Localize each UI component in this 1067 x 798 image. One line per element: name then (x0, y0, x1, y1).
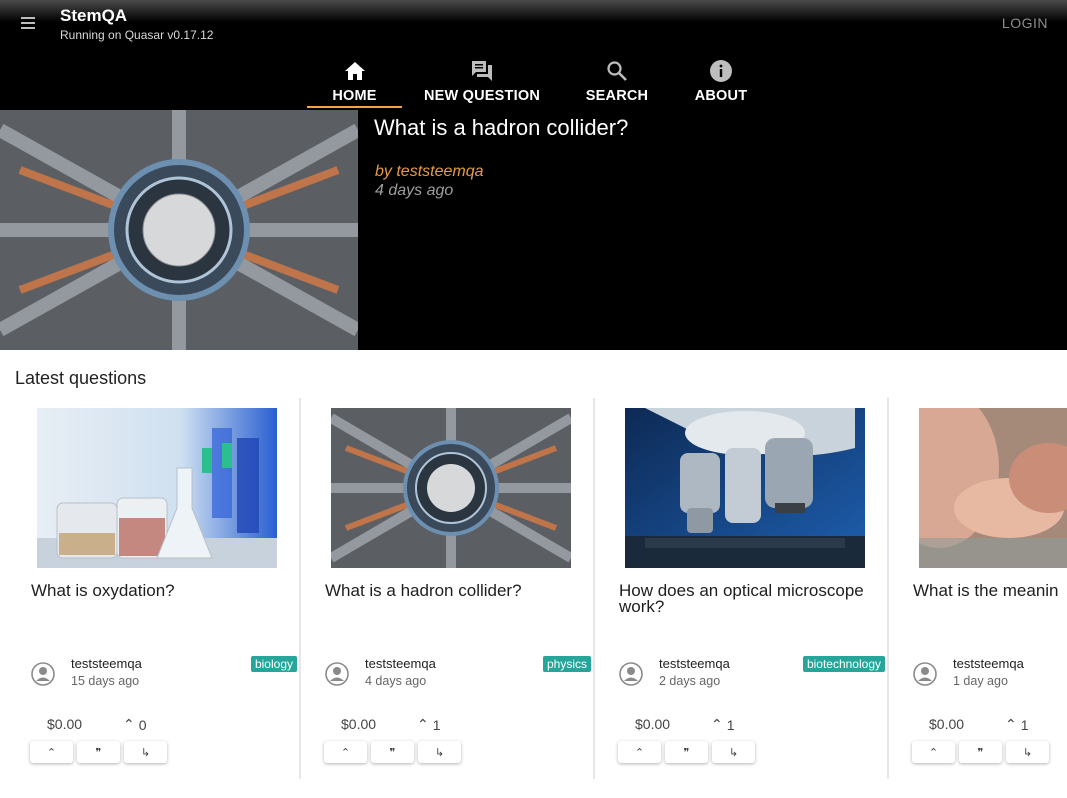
question-title[interactable]: What is oxydation? (31, 582, 281, 599)
question-time: 4 days ago (365, 674, 427, 688)
question-votes: ⌃ 1 (417, 716, 441, 733)
login-button[interactable]: LOGIN (1002, 15, 1048, 31)
question-title[interactable]: What is the meanin (913, 582, 1067, 599)
caret-up-icon: ⌃ (1005, 716, 1017, 732)
reply-button[interactable]: ↳ (712, 741, 755, 763)
question-actions: ⌃ ❞ ↳ (30, 741, 167, 763)
question-card[interactable]: What is the meanin teststeemqa 1 day ago… (897, 398, 1067, 779)
question-time: 15 days ago (71, 674, 140, 688)
question-image[interactable] (331, 408, 571, 568)
caret-up-icon: ⌃ (123, 716, 135, 732)
home-icon (343, 58, 367, 84)
question-actions: ⌃ ❞ ↳ (324, 741, 461, 763)
reply-icon: ↳ (1022, 746, 1033, 759)
question-card[interactable]: What is oxydation? teststeemqa 15 days a… (15, 398, 301, 779)
featured-question-author[interactable]: by teststeemqa (375, 163, 484, 181)
app-subtitle: Running on Quasar v0.17.12 (60, 28, 214, 42)
reply-icon: ↳ (434, 746, 445, 759)
reply-button[interactable]: ↳ (124, 741, 167, 763)
question-image[interactable] (37, 408, 277, 568)
reply-icon: ↳ (140, 746, 151, 759)
reply-button[interactable]: ↳ (418, 741, 461, 763)
latest-questions-heading: Latest questions (15, 368, 147, 388)
quote-icon: ❞ (683, 746, 690, 759)
active-tab-indicator (307, 106, 402, 108)
quote-icon: ❞ (977, 746, 984, 759)
question-card[interactable]: What is a hadron collider? teststeemqa 4… (309, 398, 595, 779)
vote-count: 1 (432, 716, 441, 733)
info-icon (709, 58, 733, 84)
tab-new-question-label: NEW QUESTION (424, 88, 540, 104)
main-tabs: HOME NEW QUESTION SEARCH ABOUT (307, 54, 770, 108)
vote-count: 1 (1020, 716, 1029, 733)
question-author[interactable]: teststeemqa (953, 656, 1024, 671)
tab-about[interactable]: ABOUT (672, 54, 770, 108)
upvote-button[interactable]: ⌃ (618, 741, 661, 763)
app-header: StemQA Running on Quasar v0.17.12 LOGIN … (0, 0, 1067, 110)
question-time: 1 day ago (953, 674, 1008, 688)
avatar-icon (913, 662, 937, 686)
upvote-button[interactable]: ⌃ (30, 741, 73, 763)
quote-button[interactable]: ❞ (371, 741, 414, 763)
upvote-icon: ⌃ (46, 746, 57, 759)
question-author[interactable]: teststeemqa (365, 656, 436, 671)
tab-search[interactable]: SEARCH (562, 54, 672, 108)
upvote-icon: ⌃ (634, 746, 645, 759)
search-icon (605, 58, 629, 84)
header-gradient (0, 0, 1067, 22)
question-payout: $0.00 (929, 716, 965, 732)
question-actions: ⌃ ❞ ↳ (912, 741, 1049, 763)
upvote-button[interactable]: ⌃ (324, 741, 367, 763)
question-tag[interactable]: biotechnology (802, 656, 885, 672)
question-votes: ⌃ 1 (711, 716, 735, 733)
vote-count: 1 (726, 716, 735, 733)
tab-about-label: ABOUT (694, 88, 748, 104)
featured-question-image[interactable] (0, 110, 358, 350)
tab-home-label: HOME (332, 88, 377, 104)
quote-icon: ❞ (389, 746, 396, 759)
menu-icon[interactable] (18, 14, 38, 32)
featured-question[interactable]: What is a hadron collider? by teststeemq… (0, 110, 1067, 350)
question-title[interactable]: What is a hadron collider? (325, 582, 575, 599)
question-image[interactable] (919, 408, 1067, 568)
question-title[interactable]: How does an optical microscope work? (619, 582, 869, 615)
question-card[interactable]: How does an optical microscope work? tes… (603, 398, 889, 779)
question-image[interactable] (625, 408, 865, 568)
question-author[interactable]: teststeemqa (659, 656, 730, 671)
question-votes: ⌃ 0 (123, 716, 147, 733)
featured-question-time: 4 days ago (375, 182, 454, 199)
quote-button[interactable]: ❞ (665, 741, 708, 763)
question-tag[interactable]: biology (250, 656, 297, 672)
tab-search-label: SEARCH (585, 88, 649, 104)
quote-icon: ❞ (95, 746, 102, 759)
question-votes: ⌃ 1 (1005, 716, 1029, 733)
question-actions: ⌃ ❞ ↳ (618, 741, 755, 763)
avatar-icon (325, 662, 349, 686)
vote-count: 0 (138, 716, 147, 733)
question-time: 2 days ago (659, 674, 721, 688)
caret-up-icon: ⌃ (711, 716, 723, 732)
quote-button[interactable]: ❞ (959, 741, 1002, 763)
upvote-icon: ⌃ (928, 746, 939, 759)
question-payout: $0.00 (635, 716, 671, 732)
featured-question-title[interactable]: What is a hadron collider? (374, 115, 628, 141)
forum-icon (469, 58, 495, 84)
upvote-icon: ⌃ (340, 746, 351, 759)
tab-new-question[interactable]: NEW QUESTION (402, 54, 562, 108)
caret-up-icon: ⌃ (417, 716, 429, 732)
avatar-icon (31, 662, 55, 686)
question-author[interactable]: teststeemqa (71, 656, 142, 671)
tab-home[interactable]: HOME (307, 54, 402, 108)
reply-icon: ↳ (728, 746, 739, 759)
reply-button[interactable]: ↳ (1006, 741, 1049, 763)
question-payout: $0.00 (47, 716, 83, 732)
quote-button[interactable]: ❞ (77, 741, 120, 763)
question-tag[interactable]: physics (542, 656, 591, 672)
app-title: StemQA (60, 6, 128, 25)
question-payout: $0.00 (341, 716, 377, 732)
avatar-icon (619, 662, 643, 686)
upvote-button[interactable]: ⌃ (912, 741, 955, 763)
